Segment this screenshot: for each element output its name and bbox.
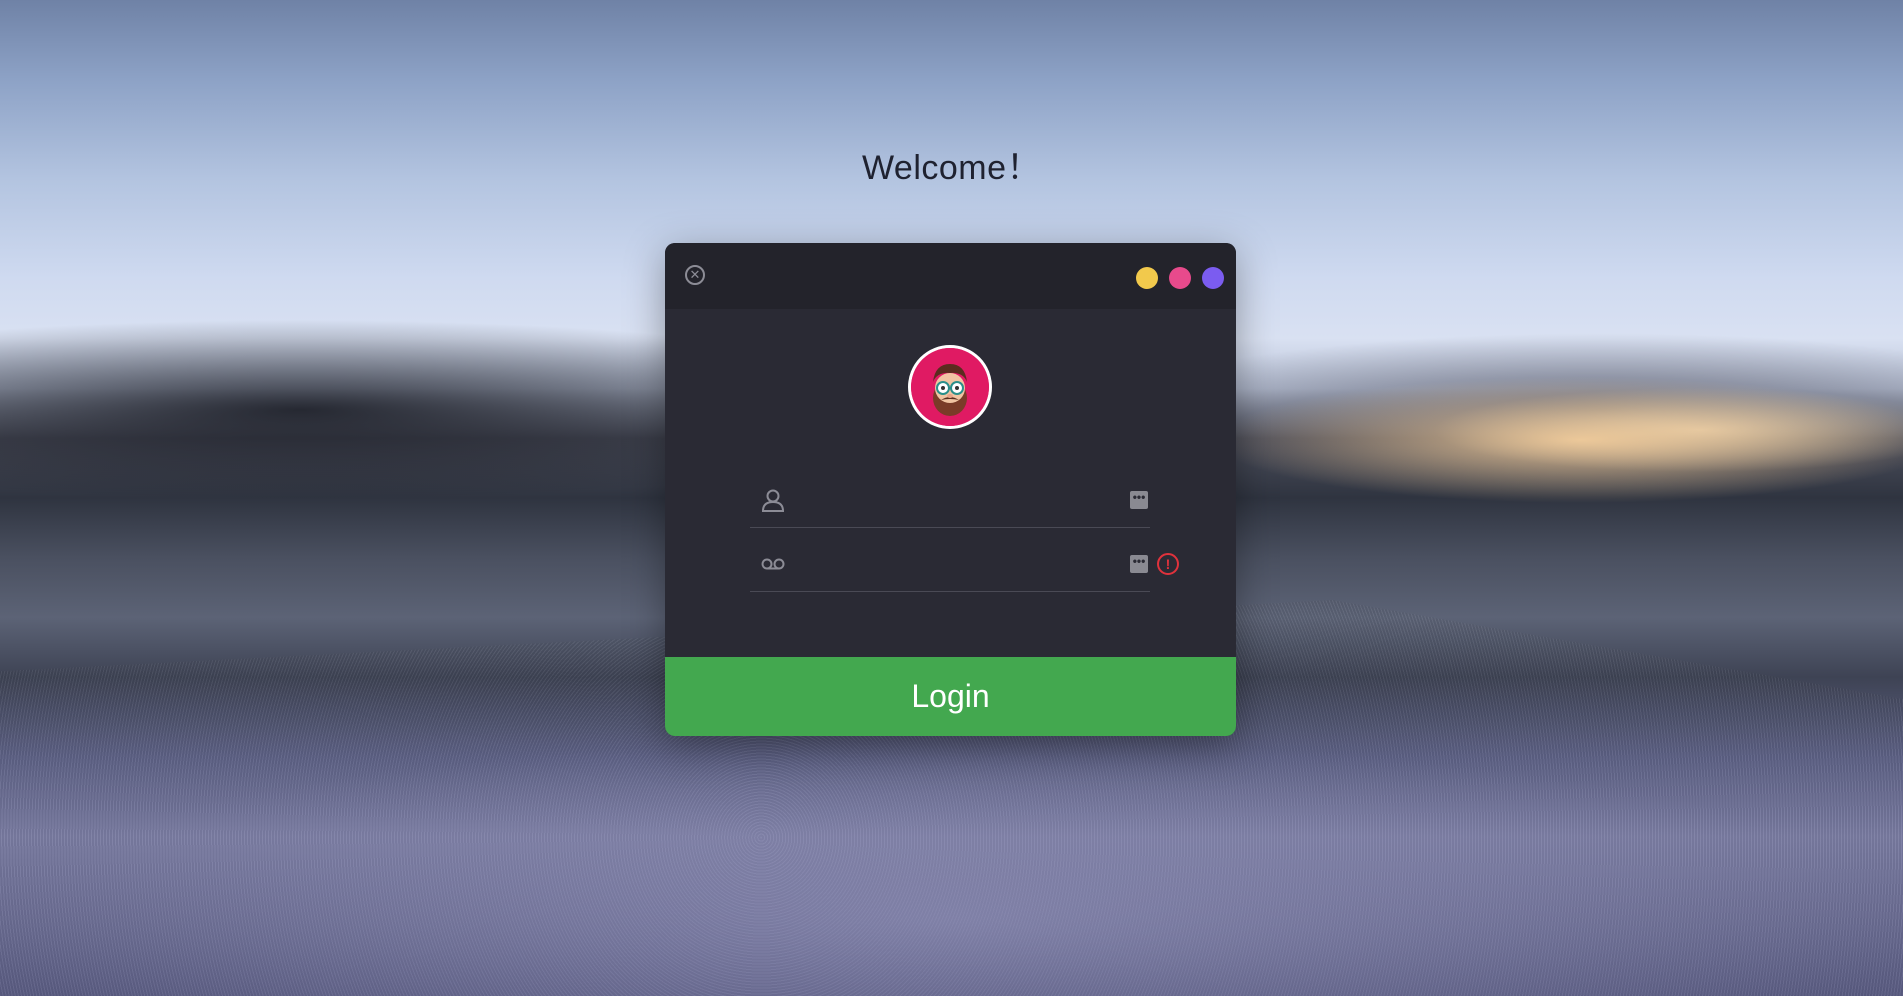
dot-pink[interactable] xyxy=(1169,267,1191,289)
avatar-face-icon xyxy=(911,348,989,426)
welcome-heading: Welcome！ xyxy=(861,149,1042,187)
window-color-dots xyxy=(1136,267,1224,289)
username-field: ••• xyxy=(750,471,1150,528)
user-icon xyxy=(761,489,785,512)
close-icon[interactable]: ✕ xyxy=(685,265,705,285)
login-button[interactable]: Login xyxy=(665,657,1236,736)
password-input[interactable] xyxy=(802,547,1106,581)
more-options-icon[interactable]: ••• xyxy=(1130,555,1148,573)
password-field: ••• xyxy=(750,535,1150,592)
dot-purple[interactable] xyxy=(1202,267,1224,289)
window-titlebar: ✕ xyxy=(665,243,1236,309)
voicemail-icon xyxy=(761,558,785,570)
more-options-icon[interactable]: ••• xyxy=(1130,491,1148,509)
login-window: ✕ ••• ••• ! Login xyxy=(665,243,1236,736)
avatar xyxy=(908,345,992,429)
warning-icon: ! xyxy=(1157,553,1179,575)
username-input[interactable] xyxy=(802,483,1106,517)
dot-yellow[interactable] xyxy=(1136,267,1158,289)
